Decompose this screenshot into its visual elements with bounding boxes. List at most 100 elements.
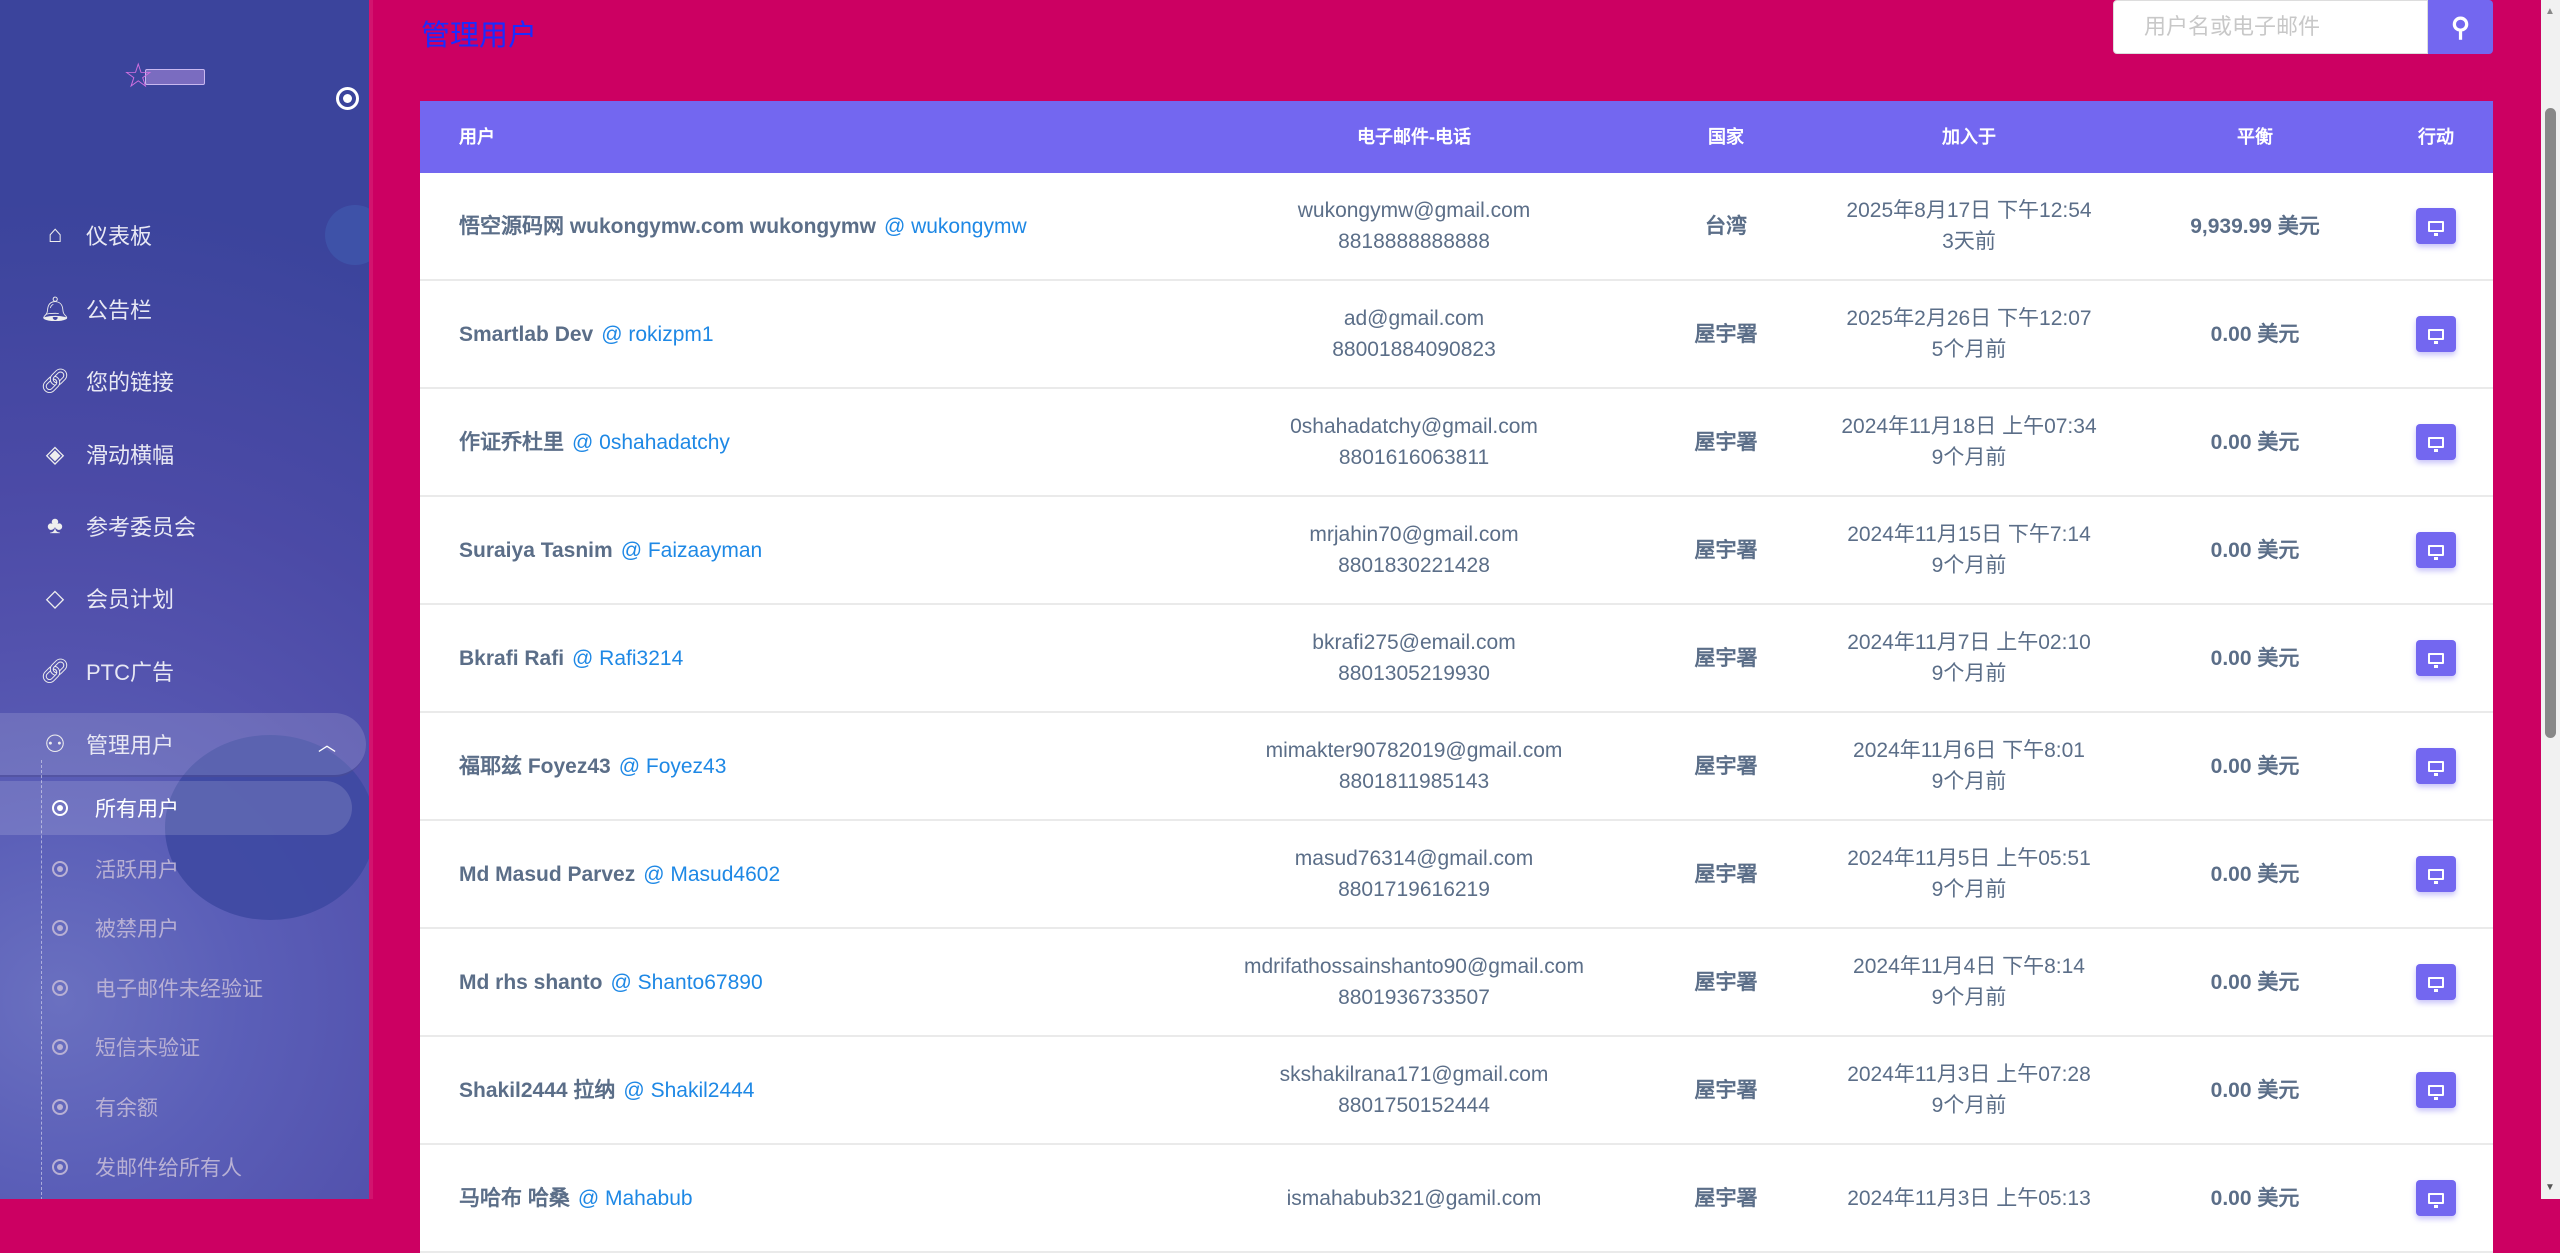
- view-user-button[interactable]: [2416, 1180, 2456, 1216]
- view-user-button[interactable]: [2416, 856, 2456, 892]
- user-cell: 作证乔杜里 @ 0shahadatchy: [459, 389, 730, 495]
- table-row: 作证乔杜里 @ 0shahadatchy 0shahadatchy@gmail.c…: [420, 389, 2493, 497]
- sidebar-item[interactable]: ◇ 会员计划: [0, 566, 366, 630]
- sidebar-subitem[interactable]: 电子邮件未经验证: [0, 961, 352, 1015]
- joined-ago: 9个月前: [1931, 770, 2007, 793]
- phone: 8801830221428: [1338, 554, 1490, 577]
- user-cell: Suraiya Tasnim @ Faizaayman: [459, 497, 762, 603]
- username-link[interactable]: @ Masud4602: [643, 859, 780, 890]
- sidebar-item-label: 公告栏: [86, 298, 153, 323]
- view-user-button[interactable]: [2416, 748, 2456, 784]
- action-cell: [2396, 929, 2476, 1035]
- tag-icon: ◇: [45, 584, 65, 612]
- column-header-user: 用户: [459, 126, 495, 147]
- joined-cell: 2024年11月6日 下午8:01 9个月前: [1819, 713, 2119, 819]
- table-header: 用户 电子邮件-电话 国家 加入于 平衡 行动: [420, 101, 2493, 173]
- sidebar-item-label: 会员计划: [86, 587, 175, 612]
- username-link[interactable]: @ Shanto67890: [611, 967, 763, 998]
- sidebar-item[interactable]: ♣ 参考委员会: [0, 494, 366, 558]
- balance: 0.00 美元: [2210, 1078, 2300, 1102]
- view-user-button[interactable]: [2416, 316, 2456, 352]
- joined-date: 2024年11月3日 上午07:28: [1847, 1063, 2091, 1086]
- sidebar-subitem-label: 被禁用户: [95, 918, 179, 941]
- email-phone-cell: ismahabub321@gamil.com: [1164, 1145, 1664, 1251]
- tree-icon: ♣: [47, 512, 63, 539]
- email: wukongymw@gmail.com: [1297, 199, 1531, 222]
- sidebar-item[interactable]: ◈ 滑动横幅: [0, 422, 366, 486]
- chevron-up-icon[interactable]: ︿: [318, 731, 336, 757]
- username-link[interactable]: @ wukongymw: [884, 211, 1027, 242]
- scroll-up-arrow-icon[interactable]: ▲: [2545, 6, 2555, 17]
- username-link[interactable]: @ Mahabub: [578, 1183, 693, 1214]
- balance: 0.00 美元: [2210, 970, 2300, 994]
- sidebar-item-label: PTC广告: [86, 660, 175, 685]
- star-icon: ☆: [123, 57, 154, 95]
- joined-cell: 2024年11月15日 下午7:14 9个月前: [1819, 497, 2119, 603]
- joined-cell: 2024年11月18日 上午07:34 9个月前: [1819, 389, 2119, 495]
- email: 0shahadatchy@gmail.com: [1290, 415, 1538, 438]
- search-icon: ⚲: [2450, 11, 2471, 42]
- search-input[interactable]: [2113, 0, 2428, 54]
- scroll-down-arrow-icon[interactable]: ▼: [2545, 1182, 2555, 1193]
- email-phone-cell: ad@gmail.com 88001884090823: [1164, 281, 1664, 387]
- sidebar-item[interactable]: 🔔︎ 公告栏: [0, 277, 366, 341]
- sidebar-subitem-label: 所有用户: [95, 798, 179, 821]
- user-cell: 悟空源码网 wukongymw.com wukongymw @ wukongymw: [459, 173, 1027, 279]
- sidebar-subitem[interactable]: 所有用户: [0, 781, 352, 835]
- sidebar-item[interactable]: ⚇ 管理用户 ︿: [0, 713, 366, 777]
- view-user-button[interactable]: [2416, 424, 2456, 460]
- user-cell: Md Masud Parvez @ Masud4602: [459, 821, 780, 927]
- sidebar-item[interactable]: 🔗︎ 您的链接: [0, 349, 366, 413]
- page-title: 管理用户: [421, 20, 538, 52]
- user-cell: 福耶兹 Foyez43 @ Foyez43: [459, 713, 726, 819]
- user-name: Smartlab Dev: [459, 322, 594, 346]
- email-phone-cell: masud76314@gmail.com 8801719616219: [1164, 821, 1664, 927]
- scrollbar-thumb[interactable]: [2545, 108, 2556, 738]
- view-user-button[interactable]: [2416, 1072, 2456, 1108]
- search-button[interactable]: ⚲: [2428, 0, 2493, 54]
- sidebar-subitem-label: 电子邮件未经验证: [95, 978, 263, 1001]
- sidebar-subitem-label: 短信未验证: [95, 1037, 200, 1060]
- logo[interactable]: ☆: [123, 57, 218, 95]
- joined-date: 2024年11月4日 下午8:14: [1853, 955, 2085, 978]
- username-link[interactable]: @ Faizaayman: [621, 535, 763, 566]
- balance: 9,939.99 美元: [2190, 214, 2320, 238]
- link-icon: 🔗︎: [39, 657, 71, 685]
- sidebar-subitem[interactable]: 短信未验证: [0, 1020, 352, 1074]
- view-user-button[interactable]: [2416, 532, 2456, 568]
- view-user-button[interactable]: [2416, 208, 2456, 244]
- joined-ago: 3天前: [1942, 230, 1996, 253]
- username-link[interactable]: @ Shakil2444: [623, 1075, 754, 1106]
- phone: 8801305219930: [1338, 662, 1490, 685]
- users-icon: ⚇: [44, 730, 66, 758]
- circle-dot-icon: [52, 980, 68, 996]
- joined-cell: 2025年8月17日 下午12:54 3天前: [1819, 173, 2119, 279]
- sidebar-subitem[interactable]: 活跃用户: [0, 842, 352, 896]
- sidebar-item-label: 参考委员会: [86, 515, 197, 540]
- email-phone-cell: mimakter90782019@gmail.com 8801811985143: [1164, 713, 1664, 819]
- view-user-button[interactable]: [2416, 640, 2456, 676]
- action-cell: [2396, 1037, 2476, 1143]
- username-link[interactable]: @ rokizpm1: [601, 319, 713, 350]
- username-link[interactable]: @ 0shahadatchy: [572, 427, 730, 458]
- sidebar-subitem[interactable]: 有余额: [0, 1080, 352, 1134]
- email: masud76314@gmail.com: [1294, 847, 1534, 870]
- email: skshakilrana171@gmail.com: [1279, 1063, 1549, 1086]
- sidebar-item[interactable]: 🔗︎ PTC广告: [0, 639, 366, 703]
- balance: 0.00 美元: [2210, 862, 2300, 886]
- country: 屋宇署: [1694, 862, 1758, 886]
- table-row: 悟空源码网 wukongymw.com wukongymw @ wukongymw…: [420, 173, 2493, 281]
- joined-ago: 9个月前: [1931, 878, 2007, 901]
- email: bkrafi275@email.com: [1312, 631, 1516, 654]
- view-user-button[interactable]: [2416, 964, 2456, 1000]
- sidebar-item[interactable]: ⌂ 仪表板: [0, 203, 366, 267]
- sidebar-subitem[interactable]: 发邮件给所有人: [0, 1140, 352, 1194]
- desktop-icon: [2428, 1192, 2444, 1208]
- joined-date: 2024年11月7日 上午02:10: [1847, 631, 2091, 654]
- balance: 0.00 美元: [2210, 1186, 2300, 1210]
- sidebar-subitem[interactable]: 被禁用户: [0, 901, 352, 955]
- username-link[interactable]: @ Rafi3214: [572, 643, 683, 674]
- scrollbar[interactable]: ▲ ▼: [2541, 0, 2560, 1199]
- sidebar-toggle-button[interactable]: [336, 87, 359, 110]
- username-link[interactable]: @ Foyez43: [619, 751, 727, 782]
